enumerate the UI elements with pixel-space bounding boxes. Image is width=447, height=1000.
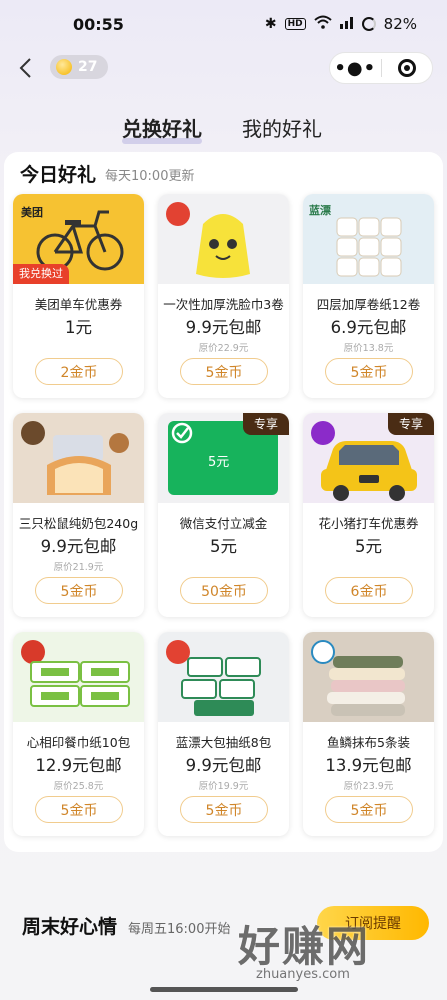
coin-balance[interactable]: 27 bbox=[50, 55, 108, 79]
wifi-icon bbox=[313, 15, 332, 33]
gift-price: 9.9元包邮 bbox=[185, 756, 262, 775]
product-image bbox=[13, 413, 144, 503]
target-icon bbox=[397, 59, 416, 77]
status-bar: 00:55 ✱ HD 82% bbox=[0, 0, 447, 50]
gift-card[interactable]: 5元 专享 微信支付立减金 5元 50金币 bbox=[158, 413, 289, 617]
gift-price: 6.9元包邮 bbox=[330, 318, 407, 337]
gift-card[interactable]: 专享 花小猪打车优惠券 5元 6金币 bbox=[303, 413, 434, 617]
close-miniapp-button[interactable] bbox=[381, 59, 432, 77]
product-image bbox=[13, 632, 144, 722]
subscribe-reminder-button[interactable]: 订阅提醒 bbox=[317, 906, 429, 940]
gift-name: 一次性加厚洗脸巾3卷 bbox=[163, 297, 284, 312]
coin-count: 27 bbox=[78, 59, 98, 75]
redeem-button[interactable]: 5金币 bbox=[325, 796, 413, 823]
weekend-section: 周末好心情 每周五16:00开始 订阅提醒 bbox=[0, 898, 447, 968]
original-price: 原价23.9元 bbox=[343, 781, 394, 792]
hd-icon: HD bbox=[284, 18, 306, 30]
watermark-url: zhuanyes.com bbox=[256, 967, 350, 982]
original-price: 原价25.8元 bbox=[53, 781, 104, 792]
product-image: 蓝漂 bbox=[303, 194, 434, 284]
cloth-stack-icon bbox=[327, 656, 405, 716]
redeem-button[interactable]: 6金币 bbox=[325, 577, 413, 604]
towel-bag-icon bbox=[196, 214, 250, 278]
gift-card[interactable]: 三只松鼠纯奶包240g 9.9元包邮 原价21.9元 5金币 bbox=[13, 413, 144, 617]
gift-name: 蓝漂大包抽纸8包 bbox=[175, 735, 272, 750]
gift-name: 花小猪打车优惠券 bbox=[318, 516, 419, 531]
gift-card[interactable]: 蓝漂大包抽纸8包 9.9元包邮 原价19.9元 5金币 bbox=[158, 632, 289, 836]
gift-name: 微信支付立减金 bbox=[179, 516, 268, 531]
gift-name: 美团单车优惠券 bbox=[34, 297, 123, 312]
gift-price: 5元 bbox=[355, 537, 382, 556]
nav-bar: 27 •●• bbox=[0, 50, 447, 90]
redeem-button[interactable]: 2金币 bbox=[35, 358, 123, 385]
redeem-button[interactable]: 5金币 bbox=[35, 577, 123, 604]
napkin-pack-icon bbox=[30, 661, 130, 707]
original-price: 原价19.9元 bbox=[198, 781, 249, 792]
original-price: 原价22.9元 bbox=[198, 343, 249, 354]
gift-name: 心相印餐巾纸10包 bbox=[26, 735, 131, 750]
gift-name: 鱼鳞抹布5条装 bbox=[327, 735, 410, 750]
today-gifts-panel: 今日好礼 每天10:00更新 美团 我兑换过 美团单车优惠券 1元 2金币 一次… bbox=[4, 152, 443, 852]
tab-my-gifts[interactable]: 我的好礼 bbox=[242, 113, 322, 142]
gift-price: 9.9元包邮 bbox=[40, 537, 117, 556]
miniapp-capsule: •●• bbox=[329, 52, 433, 84]
gift-card[interactable]: 蓝漂 四层加厚卷纸12卷 6.9元包邮 原价13.8元 5金币 bbox=[303, 194, 434, 398]
redeem-button[interactable]: 5金币 bbox=[180, 796, 268, 823]
redeem-button[interactable]: 5金币 bbox=[35, 796, 123, 823]
tab-exchange[interactable]: 兑换好礼 bbox=[122, 113, 202, 144]
redeem-button[interactable]: 5金币 bbox=[180, 358, 268, 385]
product-image bbox=[158, 194, 289, 284]
battery-level: 82% bbox=[383, 15, 417, 33]
gift-card[interactable]: 美团 我兑换过 美团单车优惠券 1元 2金币 bbox=[13, 194, 144, 398]
gift-price: 1元 bbox=[65, 318, 92, 337]
back-button[interactable] bbox=[18, 56, 42, 84]
gift-price: 9.9元包邮 bbox=[185, 318, 262, 337]
clock: 00:55 bbox=[73, 15, 124, 34]
section-subtitle: 每天10:00更新 bbox=[105, 169, 195, 184]
chevron-left-icon bbox=[19, 58, 31, 78]
coin-icon bbox=[56, 59, 72, 75]
gift-card[interactable]: 鱼鳞抹布5条装 13.9元包邮 原价23.9元 5金币 bbox=[303, 632, 434, 836]
bluetooth-icon: ✱ bbox=[264, 16, 277, 32]
product-image: 5元 专享 bbox=[158, 413, 289, 503]
gift-name: 三只松鼠纯奶包240g bbox=[18, 516, 139, 531]
product-image bbox=[303, 632, 434, 722]
product-image bbox=[158, 632, 289, 722]
gift-card[interactable]: 心相印餐巾纸10包 12.9元包邮 原价25.8元 5金币 bbox=[13, 632, 144, 836]
gift-card[interactable]: 一次性加厚洗脸巾3卷 9.9元包邮 原价22.9元 5金币 bbox=[158, 194, 289, 398]
original-price: 原价13.8元 bbox=[343, 343, 394, 354]
redeem-button[interactable]: 5金币 bbox=[325, 358, 413, 385]
status-icons: ✱ HD 82% bbox=[265, 15, 417, 33]
redeem-button[interactable]: 50金币 bbox=[180, 577, 268, 604]
gift-price: 5元 bbox=[210, 537, 237, 556]
section-title: 今日好礼 bbox=[20, 164, 97, 186]
tab-bar: 兑换好礼 我的好礼 bbox=[0, 110, 447, 150]
weekend-title: 周末好心情 bbox=[22, 916, 118, 938]
original-price: 原价21.9元 bbox=[53, 562, 104, 573]
toilet-paper-icon bbox=[336, 217, 402, 277]
bread-icon bbox=[47, 433, 129, 495]
tissue-pack-icon bbox=[181, 657, 261, 716]
home-indicator bbox=[150, 987, 298, 992]
battery-icon bbox=[361, 17, 376, 31]
product-image: 美团 我兑换过 bbox=[13, 194, 144, 284]
exclusive-badge: 专享 bbox=[243, 413, 289, 435]
voucher-amount: 5元 bbox=[208, 455, 230, 470]
weekend-subtitle: 每周五16:00开始 bbox=[128, 922, 231, 937]
gift-price: 13.9元包邮 bbox=[325, 756, 412, 775]
gift-name: 四层加厚卷纸12卷 bbox=[316, 297, 421, 312]
gift-price: 12.9元包邮 bbox=[35, 756, 122, 775]
exclusive-badge: 专享 bbox=[388, 413, 434, 435]
signal-icon bbox=[339, 15, 354, 33]
product-image: 专享 bbox=[303, 413, 434, 503]
more-options-icon[interactable]: •●• bbox=[330, 58, 381, 79]
redeemed-badge: 我兑换过 bbox=[13, 264, 69, 284]
